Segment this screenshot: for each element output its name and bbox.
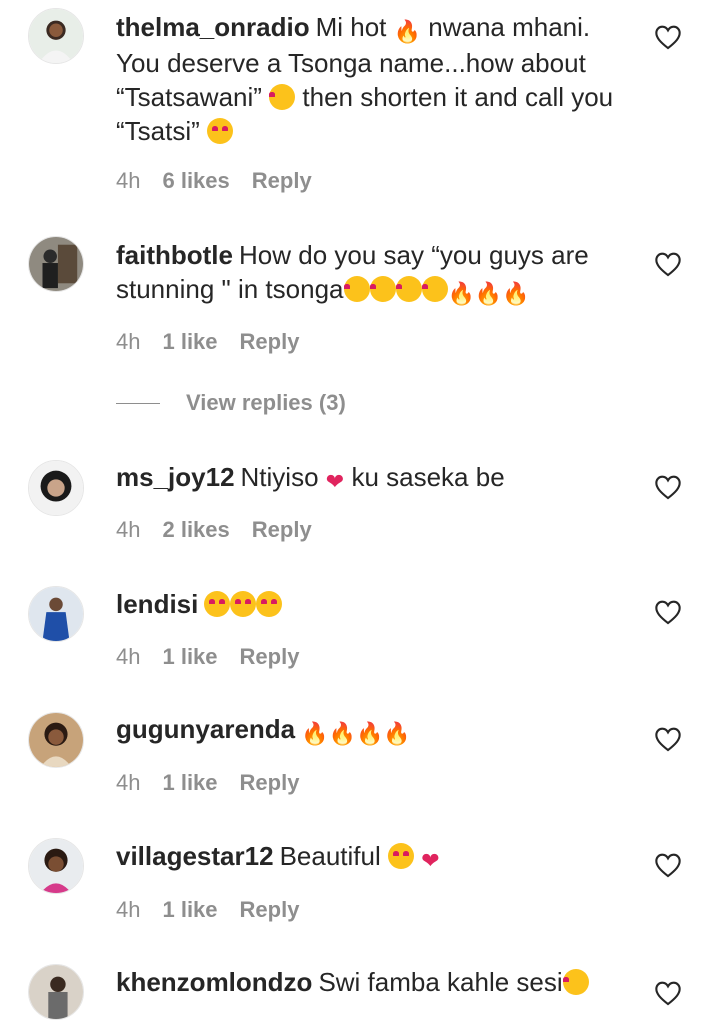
comment-body: ms_joy12 Ntiyiso ❤ ku saseka be (116, 460, 616, 496)
view-replies-line (116, 402, 160, 404)
fire-icon: 🔥 (393, 20, 422, 45)
reply-button[interactable]: Reply (240, 770, 300, 796)
comment-text: Beautiful (279, 841, 388, 871)
fire-icon: 🔥 (447, 282, 475, 307)
comment-meta: 4h 1 like Reply (116, 644, 299, 670)
comment-meta: 4h 6 likes Reply (116, 168, 312, 194)
likes-count[interactable]: 2 likes (162, 517, 229, 543)
username[interactable]: thelma_onradio (116, 12, 310, 42)
heart-eyes-icon (256, 591, 283, 617)
heart-eyes-icon (204, 591, 231, 617)
comment-body: khenzomlondzo Swi famba kahle sesi (116, 965, 616, 999)
timestamp: 4h (116, 644, 141, 669)
reply-button[interactable]: Reply (240, 644, 300, 670)
comment-text: Swi famba kahle sesi (318, 967, 563, 997)
avatar[interactable] (28, 586, 84, 642)
username[interactable]: khenzomlondzo (116, 967, 312, 997)
username[interactable]: lendisi (116, 589, 198, 619)
like-heart-icon[interactable] (654, 599, 682, 625)
heart-eyes-icon (387, 843, 414, 869)
timestamp: 4h (116, 168, 141, 193)
comment-body: faithbotle How do you say “you guys are s… (116, 238, 616, 308)
likes-count[interactable]: 1 like (162, 897, 217, 923)
reply-button[interactable]: Reply (252, 168, 312, 194)
avatar[interactable] (28, 964, 84, 1020)
timestamp: 4h (116, 770, 141, 795)
view-replies-label: View replies (3) (186, 390, 346, 415)
comment-meta: 4h 1 like Reply (116, 329, 299, 355)
timestamp: 4h (116, 517, 141, 542)
red-heart-icon: ❤ (325, 470, 345, 495)
reply-button[interactable]: Reply (240, 329, 300, 355)
comment-meta: 4h 2 likes Reply (116, 517, 312, 543)
heart-eyes-icon (230, 591, 257, 617)
likes-count[interactable]: 1 like (162, 770, 217, 796)
comment-body: gugunyarenda 🔥🔥🔥🔥 (116, 712, 616, 748)
fire-icon: 🔥 (328, 722, 356, 747)
smiling-face-icon (269, 84, 296, 110)
crying-face-icon (421, 276, 448, 302)
avatar[interactable] (28, 236, 84, 292)
fire-icon: 🔥 (301, 722, 329, 747)
like-heart-icon[interactable] (654, 474, 682, 500)
avatar[interactable] (28, 712, 84, 768)
raising-hands-icon (562, 969, 589, 995)
likes-count[interactable]: 1 like (162, 644, 217, 670)
comment-body: villagestar12 Beautiful ❤ (116, 839, 616, 875)
like-heart-icon[interactable] (654, 852, 682, 878)
like-heart-icon[interactable] (654, 24, 682, 50)
timestamp: 4h (116, 329, 141, 354)
comment-body: thelma_onradio Mi hot 🔥 nwana mhani. You … (116, 10, 616, 148)
red-heart-icon: ❤ (421, 849, 440, 874)
crying-face-icon (343, 276, 370, 302)
avatar[interactable] (28, 460, 84, 516)
fire-icon: 🔥 (502, 282, 530, 307)
username[interactable]: villagestar12 (116, 841, 274, 871)
username[interactable]: faithbotle (116, 240, 233, 270)
crying-face-icon (395, 276, 422, 302)
comment-meta: 4h 1 like Reply (116, 770, 299, 796)
comment-body: lendisi (116, 587, 616, 621)
timestamp: 4h (116, 897, 141, 922)
comment-text: Ntiyiso (240, 462, 326, 492)
likes-count[interactable]: 1 like (162, 329, 217, 355)
heart-eyes-icon (207, 118, 233, 144)
avatar[interactable] (28, 838, 84, 894)
view-replies-button[interactable]: View replies (3) (116, 390, 346, 416)
crying-face-icon (369, 276, 396, 302)
comment-text: Mi hot (315, 12, 394, 42)
fire-icon: 🔥 (383, 722, 411, 747)
like-heart-icon[interactable] (654, 980, 682, 1006)
reply-button[interactable]: Reply (240, 897, 300, 923)
username[interactable]: ms_joy12 (116, 462, 235, 492)
comment-text: ku saseka be (344, 462, 505, 492)
fire-icon: 🔥 (474, 282, 503, 307)
avatar[interactable] (28, 8, 84, 64)
likes-count[interactable]: 6 likes (162, 168, 229, 194)
reply-button[interactable]: Reply (252, 517, 312, 543)
fire-icon: 🔥 (355, 722, 384, 747)
comment-meta: 4h 1 like Reply (116, 897, 299, 923)
like-heart-icon[interactable] (654, 726, 682, 752)
like-heart-icon[interactable] (654, 251, 682, 277)
username[interactable]: gugunyarenda (116, 714, 295, 744)
